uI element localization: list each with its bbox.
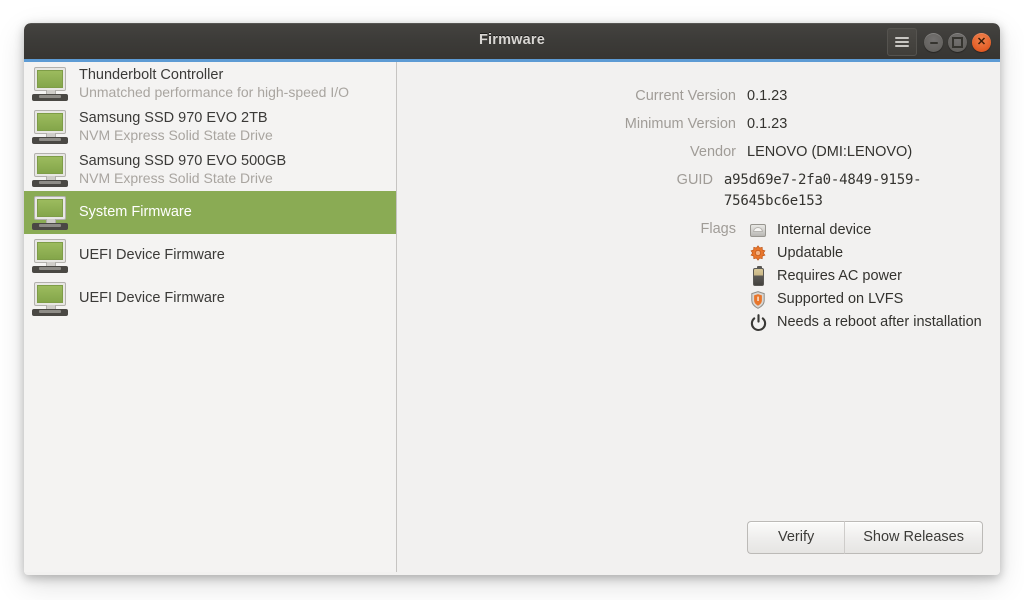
flag-requires-ac-power: Requires AC power xyxy=(747,265,982,288)
property-label: GUID xyxy=(397,170,724,191)
property-row-vendor: Vendor LENOVO (DMI:LENOVO) xyxy=(397,142,1000,163)
property-label: Flags xyxy=(397,219,747,240)
close-icon xyxy=(972,33,991,52)
device-title: UEFI Device Firmware xyxy=(79,247,225,264)
property-row-guid: GUID a95d69e7-2fa0-4849-9159-75645bc6e15… xyxy=(397,170,1000,212)
window-title: Firmware xyxy=(24,32,1000,48)
hamburger-menu-button[interactable] xyxy=(887,28,917,56)
property-value: LENOVO (DMI:LENOVO) xyxy=(747,142,912,163)
device-title: UEFI Device Firmware xyxy=(79,290,225,307)
shield-icon xyxy=(747,289,769,311)
device-list-item[interactable]: UEFI Device Firmware xyxy=(24,277,396,320)
show-releases-button[interactable]: Show Releases xyxy=(844,521,983,554)
minimize-icon xyxy=(924,33,943,52)
flag-label: Updatable xyxy=(777,243,843,264)
computer-icon xyxy=(31,281,69,317)
window-controls xyxy=(924,33,991,52)
flags-list: Internal device Updatable xyxy=(747,219,982,334)
title-bar[interactable]: Firmware xyxy=(24,23,1000,62)
flag-label: Needs a reboot after installation xyxy=(777,312,982,333)
close-button[interactable] xyxy=(972,33,991,52)
device-title: Samsung SSD 970 EVO 2TB xyxy=(79,110,273,127)
property-row-current-version: Current Version 0.1.23 xyxy=(397,86,1000,107)
device-list-item[interactable]: Samsung SSD 970 EVO 2TB NVM Express Soli… xyxy=(24,105,396,148)
property-label: Minimum Version xyxy=(397,114,747,135)
device-title: Samsung SSD 970 EVO 500GB xyxy=(79,153,286,170)
maximize-button[interactable] xyxy=(948,33,967,52)
firmware-window: Firmware xyxy=(24,23,1000,575)
battery-icon xyxy=(747,266,769,288)
device-subtitle: Unmatched performance for high-speed I/O xyxy=(79,84,349,100)
device-subtitle: NVM Express Solid State Drive xyxy=(79,127,273,143)
device-list-item[interactable]: Samsung SSD 970 EVO 500GB NVM Express So… xyxy=(24,148,396,191)
computer-icon xyxy=(31,66,69,102)
flag-supported-on-lvfs: Supported on LVFS xyxy=(747,288,982,311)
device-subtitle: NVM Express Solid State Drive xyxy=(79,170,286,186)
gear-icon xyxy=(747,243,769,265)
device-title: Thunderbolt Controller xyxy=(79,67,349,84)
property-row-flags: Flags Internal device xyxy=(397,219,1000,334)
flag-label: Requires AC power xyxy=(777,266,902,287)
property-value: a95d69e7-2fa0-4849-9159-75645bc6e153 xyxy=(724,170,1000,212)
verify-button[interactable]: Verify xyxy=(747,521,844,554)
property-label: Vendor xyxy=(397,142,747,163)
window-body: Thunderbolt Controller Unmatched perform… xyxy=(24,62,1000,572)
computer-icon xyxy=(31,152,69,188)
computer-icon xyxy=(31,238,69,274)
flag-label: Internal device xyxy=(777,220,871,241)
device-list-item[interactable]: UEFI Device Firmware xyxy=(24,234,396,277)
action-button-group: Verify Show Releases xyxy=(747,521,983,554)
property-list: Current Version 0.1.23 Minimum Version 0… xyxy=(397,86,1000,341)
maximize-icon xyxy=(948,33,967,52)
device-detail-panel: Current Version 0.1.23 Minimum Version 0… xyxy=(397,62,1000,572)
hamburger-icon xyxy=(895,35,909,49)
device-title: System Firmware xyxy=(79,204,192,221)
flag-updatable: Updatable xyxy=(747,242,982,265)
computer-icon xyxy=(31,195,69,231)
flag-needs-reboot: Needs a reboot after installation xyxy=(747,311,982,334)
minimize-button[interactable] xyxy=(924,33,943,52)
flag-label: Supported on LVFS xyxy=(777,289,903,310)
power-icon xyxy=(747,312,769,334)
property-value: 0.1.23 xyxy=(747,86,787,107)
flag-internal-device: Internal device xyxy=(747,219,982,242)
property-label: Current Version xyxy=(397,86,747,107)
hard-drive-icon xyxy=(747,220,769,242)
device-list-item[interactable]: Thunderbolt Controller Unmatched perform… xyxy=(24,62,396,105)
property-row-minimum-version: Minimum Version 0.1.23 xyxy=(397,114,1000,135)
desktop-background: Firmware xyxy=(0,0,1024,600)
property-value: 0.1.23 xyxy=(747,114,787,135)
device-list-item-selected[interactable]: System Firmware xyxy=(24,191,396,234)
device-list[interactable]: Thunderbolt Controller Unmatched perform… xyxy=(24,62,397,572)
computer-icon xyxy=(31,109,69,145)
